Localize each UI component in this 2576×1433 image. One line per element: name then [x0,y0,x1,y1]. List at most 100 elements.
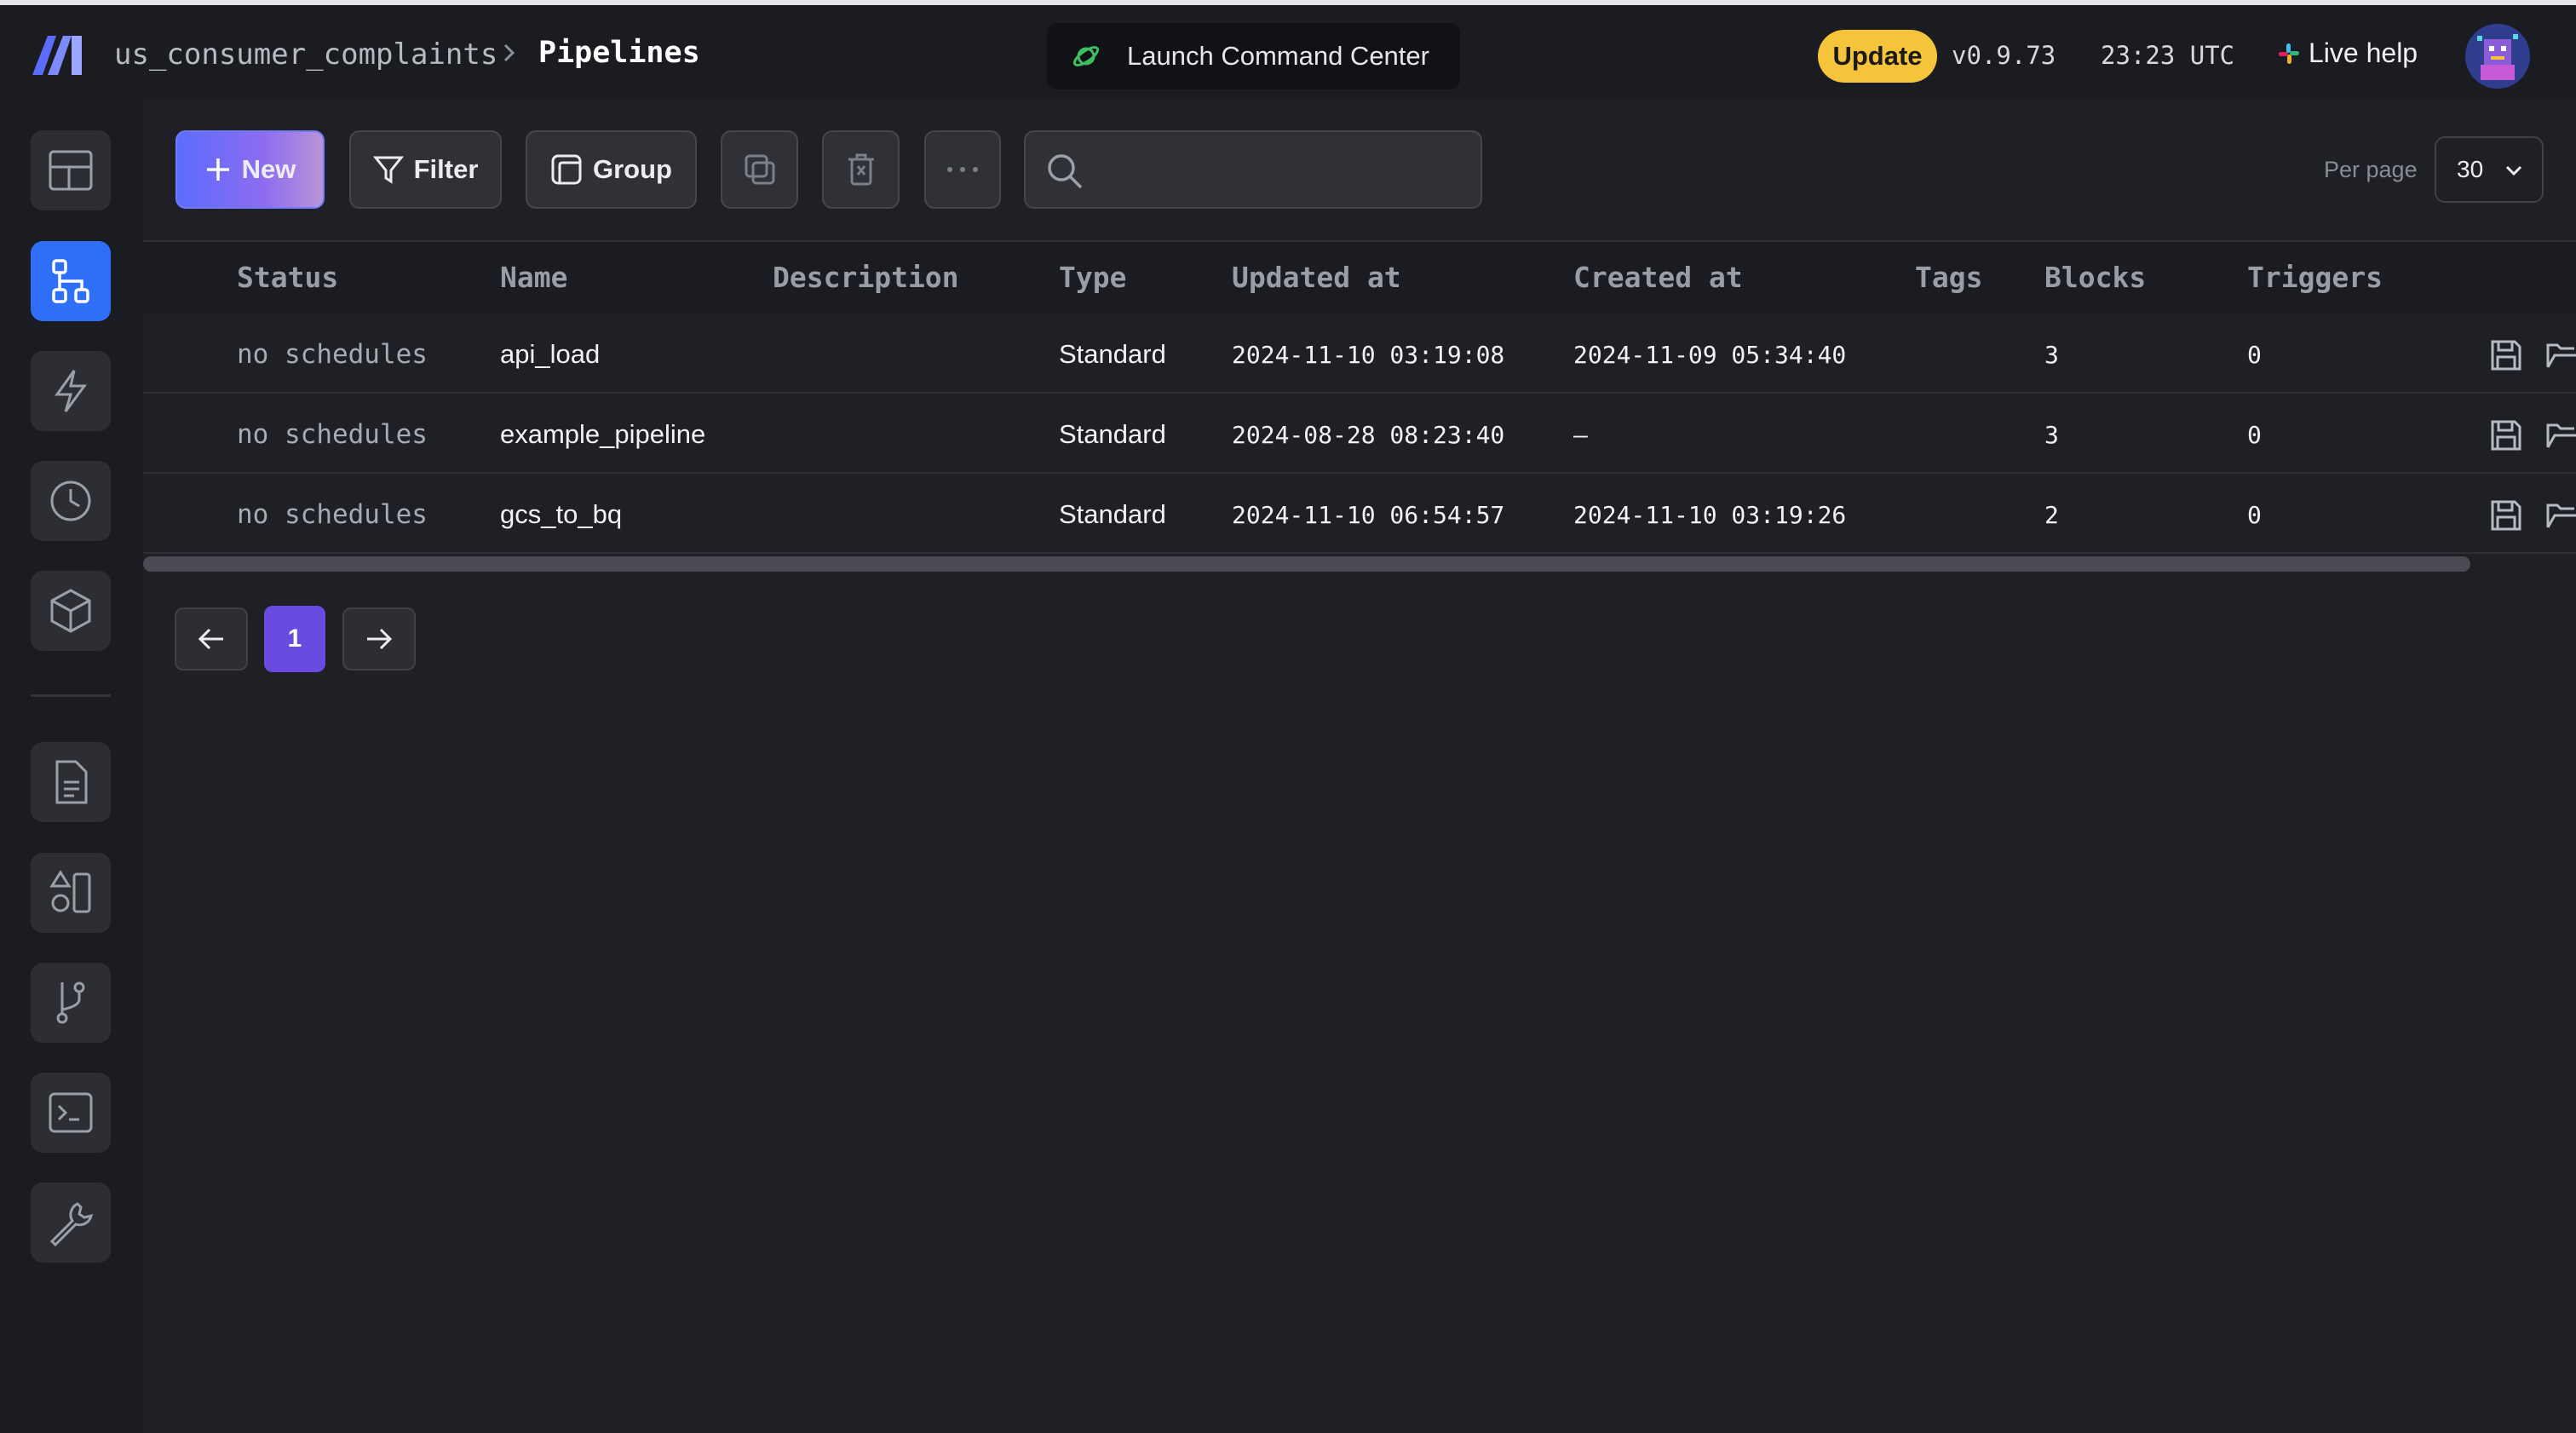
save-icon[interactable] [2489,338,2523,372]
type-cell: Standard [1059,499,1166,529]
per-page-value: 30 [2457,156,2484,182]
column-header-description[interactable]: Description [773,261,959,294]
top-header: us_consumer_complaints Pipelines Launch … [0,0,2576,97]
table-row[interactable]: no schedules api_load Standard 2024-11-1… [143,314,2576,394]
column-header-type[interactable]: Type [1059,261,1126,294]
search-input-wrapper[interactable] [1024,130,1482,209]
column-header-tags[interactable]: Tags [1915,261,1982,294]
blocks-cell: 3 [2044,421,2059,449]
sidebar-item-templates[interactable] [31,853,111,933]
created-at-cell: — [1573,421,1588,449]
copy-icon [745,154,774,185]
slack-icon [2279,43,2299,64]
triggers-cell: 0 [2247,421,2262,449]
next-page-button[interactable] [342,607,416,670]
pipeline-icon [52,259,89,303]
sidebar-item-overview[interactable] [31,130,111,210]
update-button[interactable]: Update [1818,30,1937,83]
folder-open-icon[interactable] [2545,418,2576,452]
terminal-icon [49,1092,93,1133]
filter-icon [372,156,404,184]
horizontal-scrollbar[interactable] [143,554,2576,573]
updated-at-cell: 2024-08-28 08:23:40 [1232,421,1505,449]
duplicate-button[interactable] [721,130,798,209]
name-cell[interactable]: api_load [500,339,600,370]
sidebar-item-triggers[interactable] [31,351,111,431]
updated-at-cell: 2024-11-10 03:19:08 [1232,341,1505,369]
arrow-left-icon [198,628,223,650]
search-input[interactable] [1097,141,1463,200]
version-label: v0.9.73 [1952,41,2056,70]
save-icon[interactable] [2489,498,2523,532]
folder-open-icon[interactable] [2545,498,2576,532]
folder-open-icon[interactable] [2545,338,2576,372]
type-cell: Standard [1059,419,1166,449]
created-at-cell: 2024-11-09 05:34:40 [1573,341,1847,369]
delete-button[interactable] [822,130,900,209]
column-header-updated-at[interactable]: Updated at [1232,261,1401,294]
per-page-label: Per page [2324,157,2418,182]
blocks-cell: 2 [2044,501,2059,529]
table-row[interactable]: no schedules example_pipeline Standard 2… [143,394,2576,474]
scrollbar-thumb[interactable] [143,556,2470,572]
status-cell: no schedules [237,419,428,450]
name-cell[interactable]: example_pipeline [500,419,705,450]
breadcrumb-project[interactable]: us_consumer_complaints [114,37,497,72]
sidebar-item-settings[interactable] [31,1183,111,1263]
search-icon [1048,154,1083,189]
column-header-created-at[interactable]: Created at [1573,261,1743,294]
type-cell: Standard [1059,339,1166,369]
per-page-select[interactable]: 30 [2435,136,2544,203]
filter-label: Filter [413,154,479,184]
trash-icon [848,153,874,186]
page-title: Pipelines [538,36,700,70]
new-pipeline-button[interactable]: New [175,130,325,209]
wrench-icon [49,1202,94,1246]
launch-label: Launch Command Center [1127,41,1429,71]
chevron-down-icon [2505,165,2522,176]
name-cell[interactable]: gcs_to_bq [500,499,622,530]
previous-page-button[interactable] [175,607,248,670]
sidebar-divider [31,694,111,697]
save-icon[interactable] [2489,418,2523,452]
cube-icon [50,589,91,633]
git-branch-icon [56,981,85,1024]
planet-icon [1072,46,1100,66]
table-row[interactable]: no schedules gcs_to_bq Standard 2024-11-… [143,474,2576,554]
triggers-cell: 0 [2247,341,2262,369]
sidebar-item-blocks[interactable] [31,571,111,651]
group-icon [551,154,582,185]
arrow-right-icon [367,628,393,650]
updated-at-cell: 2024-11-10 06:54:57 [1232,501,1505,529]
more-horizontal-icon [947,167,978,172]
layout-icon [49,150,93,191]
shapes-icon [49,870,91,913]
mage-logo-icon[interactable] [31,32,85,77]
sidebar-item-terminal[interactable] [31,1073,111,1153]
chevron-right-icon [503,43,515,62]
avatar[interactable] [2465,24,2530,89]
blocks-cell: 3 [2044,341,2059,369]
sidebar-item-version-control[interactable] [31,963,111,1043]
filter-button[interactable]: Filter [349,130,502,209]
sidebar-item-files[interactable] [31,742,111,822]
page-number-button[interactable]: 1 [264,606,325,672]
column-header-name[interactable]: Name [500,261,567,294]
live-help-button[interactable]: Live help [2278,37,2418,69]
triggers-cell: 0 [2247,501,2262,529]
group-button[interactable]: Group [526,130,697,209]
sidebar-item-pipelines[interactable] [31,241,111,321]
plus-icon [206,158,229,181]
new-label: New [241,154,296,184]
sidebar [0,97,143,1433]
sidebar-item-runs[interactable] [31,461,111,541]
column-header-status[interactable]: Status [237,261,338,294]
column-header-blocks[interactable]: Blocks [2044,261,2146,294]
status-cell: no schedules [237,339,428,370]
more-actions-button[interactable] [924,130,1001,209]
column-header-triggers[interactable]: Triggers [2247,261,2383,294]
launch-command-center-button[interactable]: Launch Command Center [1047,23,1460,89]
pipelines-table: Status Name Description Type Updated at … [143,240,2576,574]
created-at-cell: 2024-11-10 03:19:26 [1573,501,1847,529]
lightning-icon [55,370,87,412]
